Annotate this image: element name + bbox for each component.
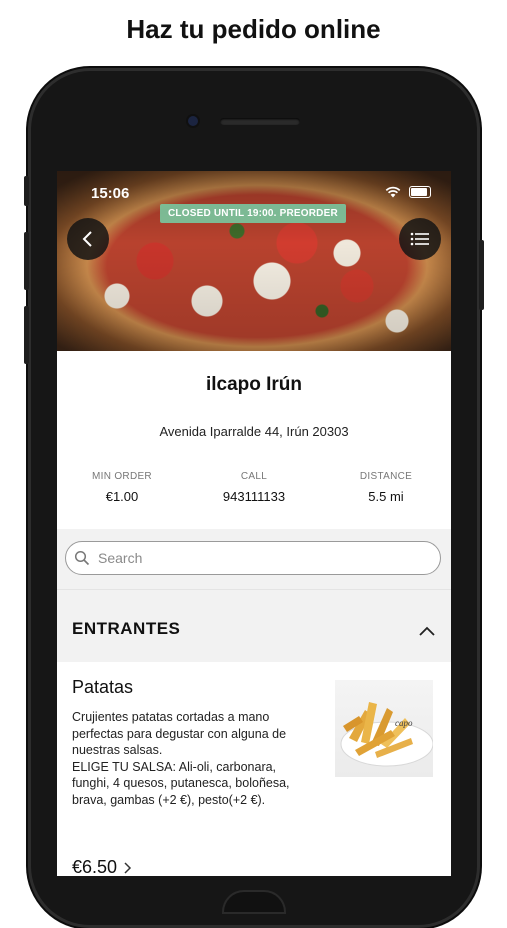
fries-photo: capo xyxy=(340,702,433,767)
app-screen: 15:06 CLOSED UNTIL 19:00. PREORDER ilcap… xyxy=(57,171,451,876)
status-icons xyxy=(385,186,431,198)
search-icon xyxy=(74,550,90,566)
menu-icon xyxy=(410,232,429,246)
volume-down-button xyxy=(24,306,29,364)
mute-switch xyxy=(24,176,29,206)
closed-status-badge: CLOSED UNTIL 19:00. PREORDER xyxy=(160,204,346,223)
section-header-entrantes[interactable]: ENTRANTES xyxy=(57,589,451,662)
menu-item-title[interactable]: Patatas xyxy=(72,677,133,698)
battery-icon xyxy=(409,186,431,198)
front-camera xyxy=(188,116,198,126)
section-title: ENTRANTES xyxy=(72,619,181,638)
search-box[interactable] xyxy=(65,541,441,575)
call-stat[interactable]: CALL 943111133 xyxy=(189,471,319,504)
menu-button[interactable] xyxy=(399,218,441,260)
wifi-icon xyxy=(385,186,401,198)
svg-text:capo: capo xyxy=(395,718,413,728)
back-button[interactable] xyxy=(67,218,109,260)
earpiece-speaker xyxy=(220,118,300,125)
search-area xyxy=(57,529,451,589)
min-order-label: MIN ORDER xyxy=(92,471,152,482)
volume-up-button xyxy=(24,232,29,290)
chevron-right-icon xyxy=(124,861,132,874)
distance-stat: DISTANCE 5.5 mi xyxy=(321,471,451,504)
menu-item-image[interactable]: capo xyxy=(335,680,433,777)
chevron-left-icon xyxy=(82,231,92,247)
distance-value: 5.5 mi xyxy=(368,489,404,504)
search-input[interactable] xyxy=(96,549,420,567)
power-button xyxy=(479,240,484,310)
chevron-up-icon[interactable] xyxy=(417,624,437,638)
menu-item-price[interactable]: €6.50 xyxy=(72,857,133,876)
price-value: €6.50 xyxy=(72,857,118,876)
page-headline: Haz tu pedido online xyxy=(126,14,381,44)
distance-label: DISTANCE xyxy=(359,471,413,482)
call-label: CALL xyxy=(240,471,268,482)
home-button xyxy=(224,892,284,912)
restaurant-name: ilcapo Irún xyxy=(205,374,303,395)
min-order-value: €1.00 xyxy=(105,489,139,504)
phone-number[interactable]: 943111133 xyxy=(189,489,319,504)
hero-image: 15:06 CLOSED UNTIL 19:00. PREORDER xyxy=(57,171,451,351)
status-time: 15:06 xyxy=(91,185,130,202)
menu-item-description: Crujientes patatas cortadas a mano perfe… xyxy=(72,710,290,807)
restaurant-address[interactable]: Avenida Iparralde 44, Irún 20303 xyxy=(57,424,451,439)
min-order-stat: MIN ORDER €1.00 xyxy=(57,471,187,504)
